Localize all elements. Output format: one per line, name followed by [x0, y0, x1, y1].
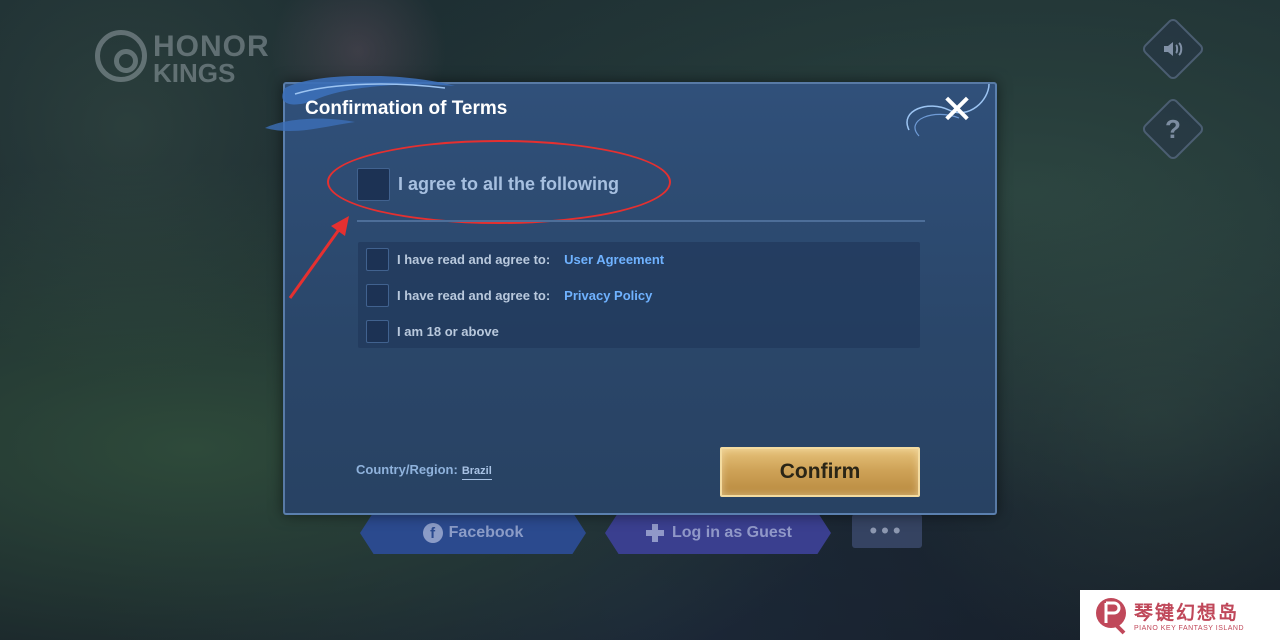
age-checkbox[interactable]: [366, 319, 389, 343]
gamepad-icon: [645, 524, 664, 542]
term-text: I have read and agree to:: [397, 251, 551, 267]
speaker-icon: [1152, 28, 1194, 70]
country-region: Country/Region: Brazil: [356, 462, 492, 480]
facebook-login-label: Facebook: [448, 524, 524, 541]
facebook-icon: f: [422, 523, 443, 543]
privacy-policy-link[interactable]: Privacy Policy: [564, 288, 652, 303]
term-text: I have read and agree to:: [397, 287, 551, 303]
terms-dialog: Confirmation of Terms ✕ I agree to all t…: [265, 76, 997, 515]
guest-login-label: Log in as Guest: [671, 524, 792, 541]
question-icon: ?: [1165, 113, 1181, 144]
term-row-privacy-policy[interactable]: I have read and agree to: Privacy Policy: [366, 283, 652, 307]
annotation-ellipse: [327, 140, 671, 224]
facebook-login-button[interactable]: f Facebook: [360, 512, 586, 554]
term-row-user-agreement[interactable]: I have read and agree to: User Agreement: [366, 247, 664, 271]
confirm-button[interactable]: Confirm: [720, 447, 920, 497]
game-logo: HONOR KINGS: [95, 28, 270, 88]
terms-list: I have read and agree to: User Agreement…: [358, 242, 920, 348]
country-label: Country/Region:: [356, 462, 458, 477]
watermark: 琴键幻想岛 PIANO KEY FANTASY ISLAND: [1080, 590, 1280, 640]
country-select[interactable]: Brazil: [461, 465, 492, 480]
guest-login-button[interactable]: Log in as Guest: [605, 512, 831, 554]
watermark-chinese: 琴键幻想岛: [1134, 602, 1240, 624]
dialog-title: Confirmation of Terms: [305, 98, 508, 119]
close-icon[interactable]: ✕: [937, 90, 977, 130]
term-row-age[interactable]: I am 18 or above: [366, 319, 499, 343]
privacy-policy-checkbox[interactable]: [366, 283, 389, 307]
age-text: I am 18 or above: [397, 323, 499, 339]
more-options-button[interactable]: •••: [852, 514, 922, 548]
divider: [357, 220, 925, 222]
watermark-logo-icon: [1096, 598, 1126, 635]
annotation-arrow: [288, 216, 349, 299]
logo-mark-icon: [95, 30, 147, 82]
logo-text-kings: KINGS: [153, 58, 236, 88]
watermark-english: PIANO KEY FANTASY ISLAND: [1134, 625, 1245, 632]
user-agreement-link[interactable]: User Agreement: [564, 252, 664, 267]
user-agreement-checkbox[interactable]: [366, 247, 389, 271]
